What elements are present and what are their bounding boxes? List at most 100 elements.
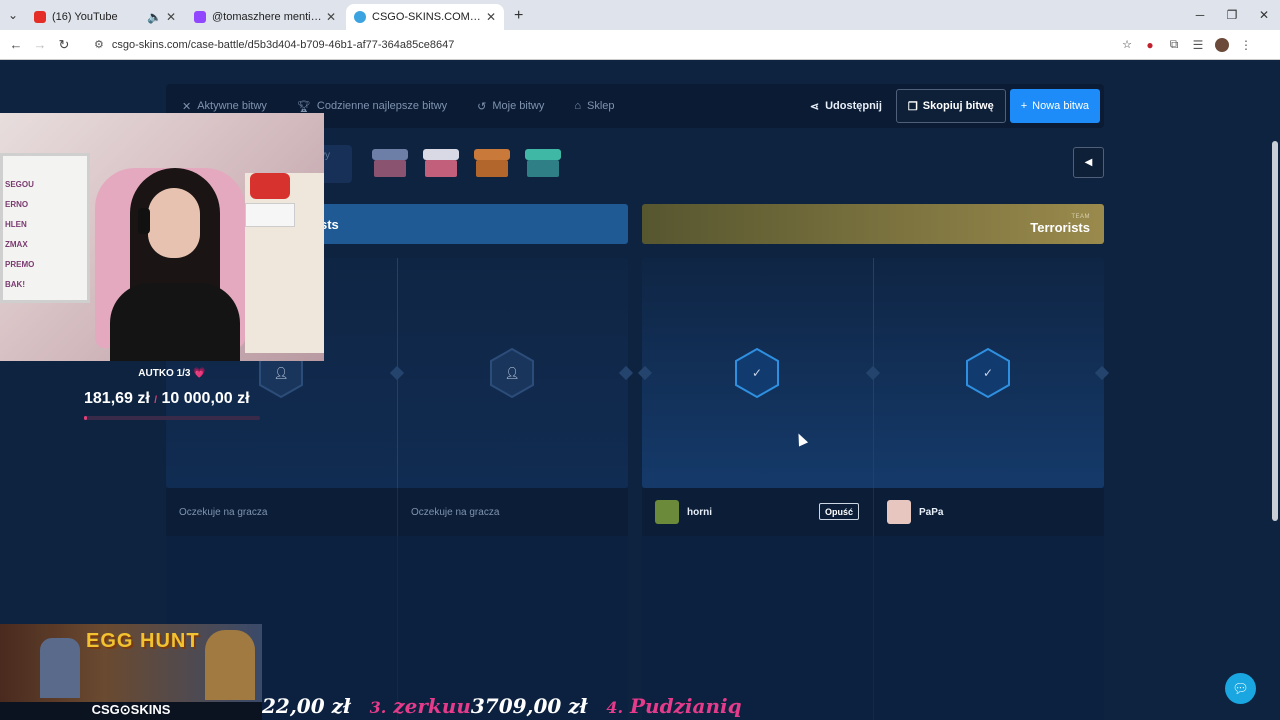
- tab-csgo-skins[interactable]: CSGO-SKINS.COM - Najlepsze ✕: [346, 4, 504, 30]
- new-battle-label: Nowa bitwa: [1032, 100, 1089, 112]
- basket-icon: ⌂: [574, 100, 581, 112]
- scrollbar[interactable]: [1272, 141, 1278, 521]
- close-tab-icon[interactable]: ✕: [166, 10, 176, 24]
- team-t-header: TEAM Terrorists: [642, 204, 1104, 244]
- extensions-puzzle-icon[interactable]: ⧉: [1162, 37, 1186, 52]
- reload-icon[interactable]: ↻: [52, 37, 76, 53]
- nav-daily-best-battles[interactable]: 🏆︎ Codzienne najlepsze bitwy: [297, 100, 447, 113]
- nav-actions: ⋖ Udostępnij ❐ Skopiuj bitwę + Nowa bitw…: [810, 88, 1100, 124]
- ticker-rank: 3.: [369, 698, 387, 717]
- whiteboard-text: PREMO: [5, 260, 35, 269]
- forward-icon[interactable]: →: [28, 37, 52, 52]
- csgo-skins-favicon-icon: [354, 11, 366, 23]
- url-field[interactable]: ⚙ csgo-skins.com/case-battle/d5b3d404-b7…: [88, 32, 1138, 57]
- browser-menu-icon[interactable]: ⋮: [1234, 38, 1258, 52]
- user-icon: 👤︎: [504, 366, 520, 380]
- share-label: Udostępnij: [825, 100, 882, 112]
- copy-battle-button[interactable]: ❐ Skopiuj bitwę: [895, 89, 1006, 123]
- goal-amount: 181,69 zł / 10 000,00 zł: [84, 390, 250, 408]
- check-icon: ✓: [751, 366, 763, 380]
- back-icon[interactable]: ←: [4, 37, 28, 52]
- leave-button[interactable]: Opuść: [818, 503, 859, 520]
- shelf: [245, 173, 324, 353]
- waiting-label: Oczekuje na gracza: [411, 506, 500, 518]
- whiteboard: SEGOU ERNO HLEN ZMAX PREMO BAK!: [0, 153, 90, 303]
- player-slot: horni Opuść: [642, 488, 873, 536]
- ready-slot-4: ✓: [965, 347, 1011, 399]
- chat-button[interactable]: 💬︎: [1225, 673, 1256, 704]
- swords-icon: ✕: [182, 100, 192, 113]
- ct-player-row: Oczekuje na gracza Oczekuje na gracza: [166, 488, 628, 536]
- slot-separator-diamond: [865, 365, 881, 381]
- collapse-toggle-button[interactable]: ◀: [1073, 147, 1104, 178]
- media-control-icon[interactable]: ☰: [1186, 38, 1210, 52]
- mute-icon[interactable]: 🔈: [147, 10, 162, 24]
- banner-title: EGG HUNT: [86, 630, 200, 652]
- slot-divider: [397, 536, 398, 720]
- streamer-face: [148, 188, 200, 258]
- ticker-amount: 3709,00 zł: [470, 694, 588, 718]
- ready-slot-3: ✓: [734, 347, 780, 399]
- slot-separator-diamond: [1094, 365, 1110, 381]
- restore-icon[interactable]: ❐: [1216, 8, 1248, 22]
- browser-tab-bar: ⌄ (16) YouTube 🔈 ✕ @tomaszhere mentioned…: [0, 0, 1280, 30]
- case-item[interactable]: [421, 145, 461, 179]
- tab-twitch[interactable]: @tomaszhere mentioned y ✕: [186, 4, 344, 30]
- history-icon: ↺: [477, 100, 487, 113]
- slot-separator-diamond: [637, 365, 653, 381]
- player-slot: Oczekuje na gracza: [397, 488, 628, 536]
- close-window-icon[interactable]: ✕: [1248, 8, 1280, 22]
- minimize-icon[interactable]: ─: [1184, 8, 1216, 22]
- player-slot: PaPa: [873, 488, 1104, 536]
- team-name: Terrorists: [1030, 219, 1090, 235]
- headset: [138, 208, 150, 234]
- player-slot: Oczekuje na gracza: [166, 488, 397, 536]
- leaderboard-ticker: 22,00 zł 3. zerkuu3709,00 zł 4. Pudziani…: [262, 694, 742, 718]
- case-list: [370, 145, 574, 179]
- printer: [245, 203, 295, 227]
- join-slot-2[interactable]: 👤︎: [489, 347, 535, 399]
- case-item[interactable]: [523, 145, 563, 179]
- player-name: horni: [687, 506, 712, 518]
- egg-hunt-banner: EGG HUNT CSG⊙SKINS: [0, 624, 262, 720]
- whiteboard-text: SEGOU: [5, 180, 34, 189]
- slot-divider: [873, 536, 874, 720]
- page-content: ✕ Aktywne bitwy 🏆︎ Codzienne najlepsze b…: [0, 61, 1280, 720]
- tab-label: (16) YouTube: [52, 11, 118, 23]
- nav-active-battles[interactable]: ✕ Aktywne bitwy: [182, 100, 267, 113]
- new-battle-button[interactable]: + Nowa bitwa: [1009, 89, 1100, 123]
- tab-label: @tomaszhere mentioned y: [212, 11, 322, 23]
- nav-shop[interactable]: ⌂ Sklep: [574, 100, 614, 112]
- user-icon: 👤︎: [273, 366, 289, 380]
- goal-separator: /: [154, 395, 158, 406]
- tab-youtube[interactable]: (16) YouTube 🔈 ✕: [26, 4, 184, 30]
- close-tab-icon[interactable]: ✕: [486, 10, 496, 24]
- caret-left-icon: ◀: [1084, 157, 1093, 168]
- tab-search-icon[interactable]: ⌄: [0, 0, 26, 30]
- avatar: [887, 500, 911, 524]
- youtube-favicon-icon: [34, 11, 46, 23]
- share-button[interactable]: ⋖ Udostępnij: [810, 100, 882, 113]
- ticker-name: zerkuu: [393, 694, 471, 718]
- site-info-icon[interactable]: ⚙: [94, 38, 104, 51]
- whiteboard-text: HLEN: [5, 220, 27, 229]
- case-item[interactable]: [370, 145, 410, 179]
- tab-label: CSGO-SKINS.COM - Najlepsze: [372, 11, 482, 23]
- ticker-amount: 22,00 zł: [262, 694, 351, 718]
- goal-current: 181,69 zł: [84, 390, 150, 407]
- t-player-row: horni Opuść PaPa: [642, 488, 1104, 536]
- extension-red-icon[interactable]: ●: [1138, 38, 1162, 52]
- nav-label: Moje bitwy: [492, 100, 545, 112]
- goal-title: AUTKO 1/3 💗: [138, 368, 206, 379]
- whiteboard-text: ERNO: [5, 200, 29, 209]
- case-item[interactable]: [472, 145, 512, 179]
- close-tab-icon[interactable]: ✕: [326, 10, 336, 24]
- slot-separator-diamond: [389, 365, 405, 381]
- url-text: csgo-skins.com/case-battle/d5b3d404-b709…: [111, 38, 455, 51]
- bookmark-star-icon[interactable]: ☆: [1122, 38, 1132, 51]
- new-tab-button[interactable]: +: [514, 7, 523, 25]
- profile-avatar[interactable]: [1215, 37, 1229, 52]
- player-name: PaPa: [919, 506, 944, 518]
- copy-label: Skopiuj bitwę: [922, 100, 994, 112]
- nav-my-battles[interactable]: ↺ Moje bitwy: [477, 100, 544, 113]
